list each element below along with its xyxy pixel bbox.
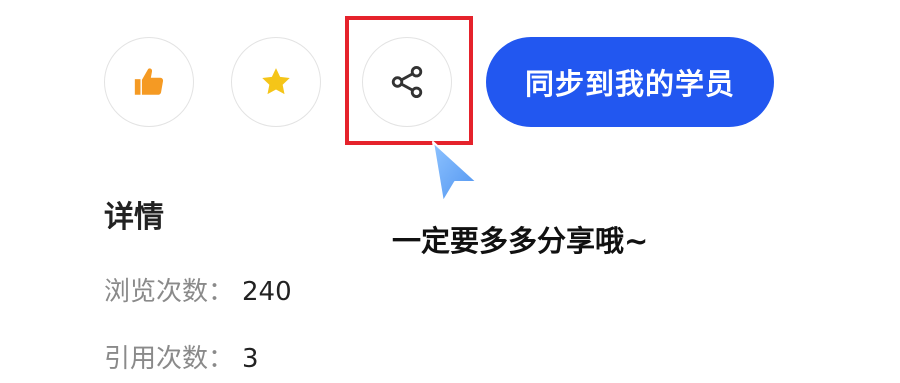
views-value: 240 [242,277,292,307]
share-highlight-box [345,16,473,145]
citations-label: 引用次数： [104,344,235,374]
like-button[interactable] [104,37,194,127]
sync-to-students-button[interactable]: 同步到我的学员 [486,37,774,127]
thumbs-up-icon [134,68,164,95]
cursor-arrow-icon [432,141,478,203]
views-stat: 浏览次数： 240 [104,271,292,308]
citations-stat: 引用次数： 3 [104,338,259,375]
share-tip-text: 一定要多多分享哦~ [392,224,649,258]
citations-value: 3 [242,344,259,374]
details-title: 详情 [104,200,164,235]
views-label: 浏览次数： [104,277,235,307]
favorite-button[interactable] [231,37,321,127]
star-icon [262,68,290,95]
